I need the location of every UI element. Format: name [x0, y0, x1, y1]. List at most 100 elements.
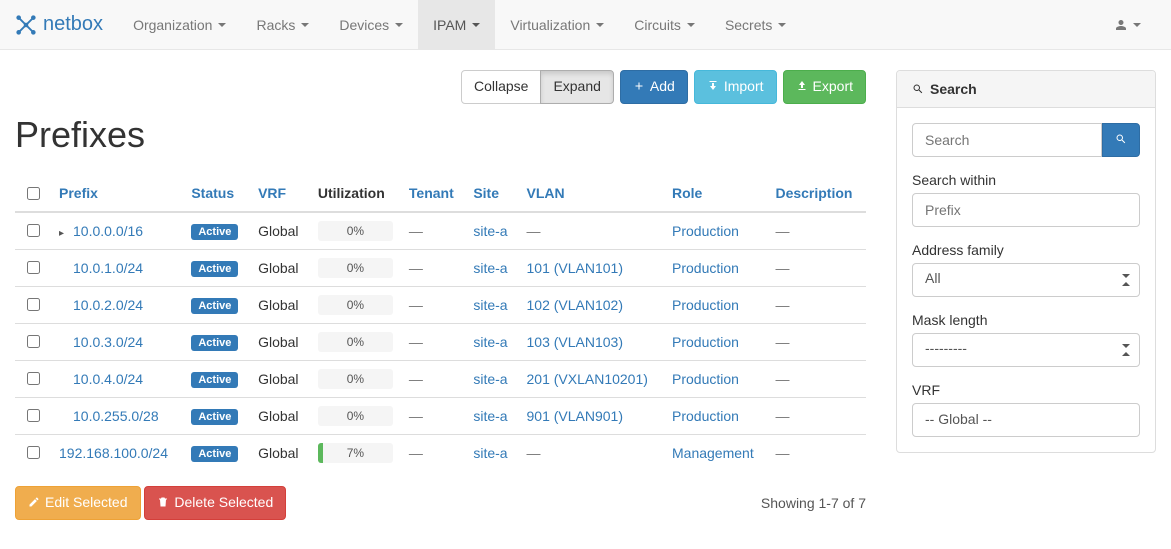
col-tenant[interactable]: Tenant	[401, 176, 465, 212]
row-checkbox[interactable]	[27, 372, 40, 385]
search-submit-button[interactable]	[1102, 123, 1140, 157]
row-checkbox[interactable]	[27, 298, 40, 311]
utilization-bar: 0%	[318, 332, 393, 352]
nav-item-secrets[interactable]: Secrets	[710, 0, 801, 50]
role-link[interactable]: Management	[672, 445, 754, 461]
row-checkbox[interactable]	[27, 446, 40, 459]
role-link[interactable]: Production	[672, 334, 739, 350]
vrf-cell: Global	[250, 212, 310, 250]
col-vrf[interactable]: VRF	[250, 176, 310, 212]
prefix-link[interactable]: 192.168.100.0/24	[59, 445, 168, 461]
table-row: 10.0.255.0/28ActiveGlobal0%—site-a901 (V…	[15, 397, 866, 434]
site-link[interactable]: site-a	[473, 371, 507, 387]
site-link[interactable]: site-a	[473, 223, 507, 239]
vlan-link[interactable]: 201 (VXLAN10201)	[527, 371, 648, 387]
col-role[interactable]: Role	[664, 176, 767, 212]
vrf-cell: Global	[250, 360, 310, 397]
col-site[interactable]: Site	[465, 176, 518, 212]
import-button[interactable]: Import	[694, 70, 777, 104]
vrf-label: VRF	[912, 382, 1140, 398]
status-badge: Active	[191, 261, 238, 277]
status-badge: Active	[191, 446, 238, 462]
utilization-bar: 0%	[318, 258, 393, 278]
row-checkbox[interactable]	[27, 335, 40, 348]
site-link[interactable]: site-a	[473, 445, 507, 461]
prefixes-table: Prefix Status VRF Utilization Tenant Sit…	[15, 176, 866, 471]
status-badge: Active	[191, 372, 238, 388]
site-link[interactable]: site-a	[473, 334, 507, 350]
export-button[interactable]: Export	[783, 70, 866, 104]
select-all-checkbox[interactable]	[27, 187, 40, 200]
table-row: 10.0.3.0/24ActiveGlobal0%—site-a103 (VLA…	[15, 323, 866, 360]
site-link[interactable]: site-a	[473, 408, 507, 424]
search-input[interactable]	[912, 123, 1102, 157]
user-menu[interactable]	[1100, 2, 1156, 48]
vlan-link[interactable]: 901 (VLAN901)	[527, 408, 624, 424]
brand-text: netbox	[43, 13, 103, 36]
nav-item-virtualization[interactable]: Virtualization	[495, 0, 619, 50]
nav-item-label: Organization	[133, 15, 212, 35]
add-label: Add	[650, 77, 675, 97]
brand-link[interactable]: netbox	[15, 13, 118, 36]
nav-item-organization[interactable]: Organization	[118, 0, 241, 50]
prefix-link[interactable]: 10.0.0.0/16	[73, 223, 143, 239]
role-link[interactable]: Production	[672, 223, 739, 239]
role-link[interactable]: Production	[672, 371, 739, 387]
plus-icon	[633, 77, 645, 97]
add-button[interactable]: Add	[620, 70, 688, 104]
upload-icon	[796, 77, 808, 97]
col-vlan[interactable]: VLAN	[519, 176, 665, 212]
page-title: Prefixes	[15, 114, 866, 156]
search-heading: Search	[930, 81, 977, 97]
caret-down-icon	[472, 23, 480, 27]
nav-item-devices[interactable]: Devices	[324, 0, 418, 50]
search-within-label: Search within	[912, 172, 1140, 188]
collapse-button[interactable]: Collapse	[461, 70, 541, 104]
vlan-link[interactable]: 101 (VLAN101)	[527, 260, 624, 276]
address-family-select[interactable]: All	[912, 263, 1140, 297]
utilization-bar: 0%	[318, 406, 393, 426]
role-link[interactable]: Production	[672, 408, 739, 424]
col-status[interactable]: Status	[183, 176, 250, 212]
nav-item-label: Circuits	[634, 15, 681, 35]
description-cell: —	[775, 445, 789, 461]
vrf-option-global[interactable]: -- Global --	[917, 408, 1135, 430]
expand-button[interactable]: Expand	[540, 70, 613, 104]
expand-label: Expand	[553, 77, 600, 97]
role-link[interactable]: Production	[672, 297, 739, 313]
edit-selected-button[interactable]: Edit Selected	[15, 486, 141, 520]
vrf-multiselect[interactable]: -- Global --	[912, 403, 1140, 437]
caret-down-icon	[1133, 23, 1141, 27]
prefix-link[interactable]: 10.0.3.0/24	[59, 334, 143, 350]
vlan-link[interactable]: 102 (VLAN102)	[527, 297, 624, 313]
nav-item-ipam[interactable]: IPAM	[418, 0, 495, 50]
prefix-link[interactable]: 10.0.255.0/28	[59, 408, 159, 424]
vrf-cell: Global	[250, 249, 310, 286]
import-label: Import	[724, 77, 764, 97]
role-link[interactable]: Production	[672, 260, 739, 276]
col-description[interactable]: Description	[767, 176, 866, 212]
status-badge: Active	[191, 335, 238, 351]
site-link[interactable]: site-a	[473, 297, 507, 313]
nav-item-circuits[interactable]: Circuits	[619, 0, 710, 50]
mask-length-select[interactable]: ---------	[912, 333, 1140, 367]
col-prefix[interactable]: Prefix	[51, 176, 183, 212]
row-checkbox[interactable]	[27, 261, 40, 274]
delete-selected-button[interactable]: Delete Selected	[144, 486, 286, 520]
search-within-input[interactable]	[912, 193, 1140, 227]
pagination-text: Showing 1-7 of 7	[761, 495, 866, 511]
utilization-bar: 0%	[318, 295, 393, 315]
row-checkbox[interactable]	[27, 224, 40, 237]
vlan-cell: —	[527, 223, 541, 239]
prefix-link[interactable]: 10.0.1.0/24	[59, 260, 143, 276]
vlan-link[interactable]: 103 (VLAN103)	[527, 334, 624, 350]
nav-item-racks[interactable]: Racks	[241, 0, 324, 50]
prefix-link[interactable]: 10.0.4.0/24	[59, 371, 143, 387]
row-checkbox[interactable]	[27, 409, 40, 422]
vrf-cell: Global	[250, 286, 310, 323]
mask-length-label: Mask length	[912, 312, 1140, 328]
caret-down-icon	[778, 23, 786, 27]
prefix-link[interactable]: 10.0.2.0/24	[59, 297, 143, 313]
site-link[interactable]: site-a	[473, 260, 507, 276]
expand-toggle-icon[interactable]: ▸	[59, 228, 69, 239]
